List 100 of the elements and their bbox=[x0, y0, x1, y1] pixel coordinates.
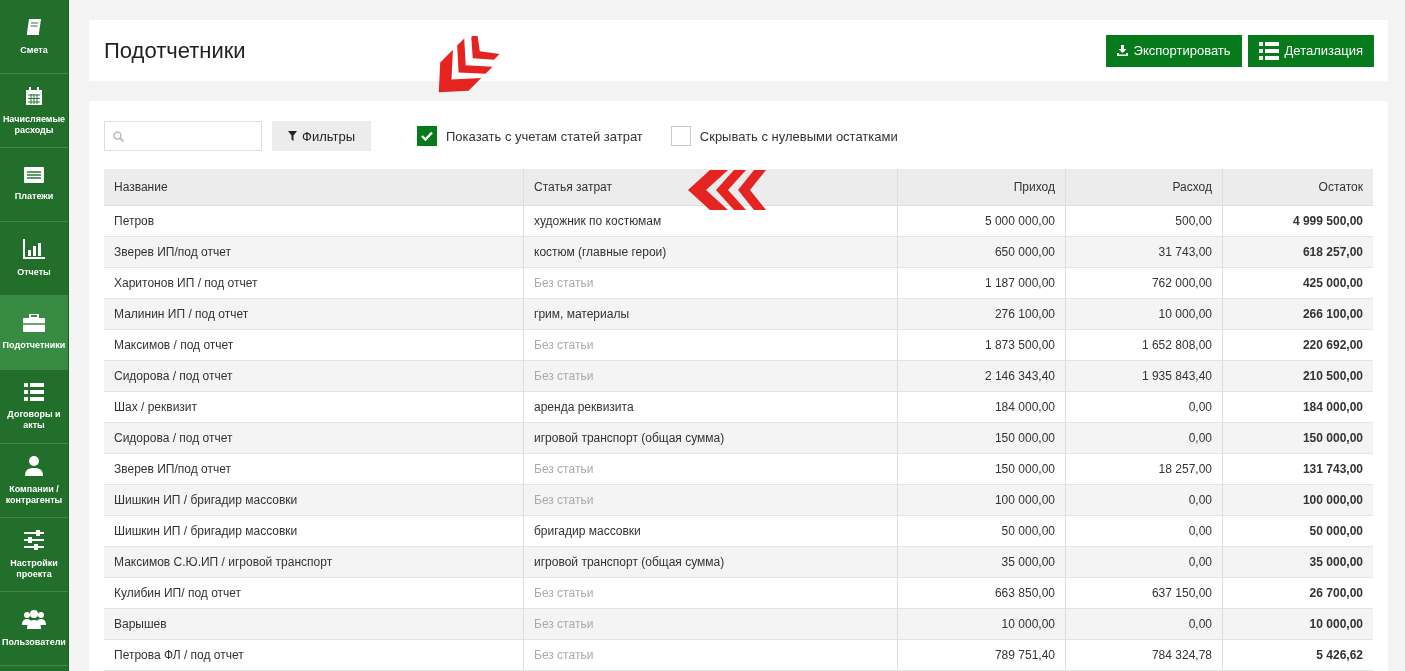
card-icon bbox=[24, 167, 44, 183]
table-cell: Шишкин ИП / бригадир массовки bbox=[104, 484, 524, 516]
table-cell: 0,00 bbox=[1065, 391, 1223, 423]
table-cell: 0,00 bbox=[1065, 484, 1223, 516]
table-cell: Без статьи bbox=[523, 360, 898, 392]
table-cell: 276 100,00 bbox=[897, 298, 1066, 330]
table-cell: 637 150,00 bbox=[1065, 577, 1223, 609]
table-cell: 131 743,00 bbox=[1222, 453, 1373, 485]
table-cell: 618 257,00 bbox=[1222, 236, 1373, 268]
table-cell: Варышев bbox=[104, 608, 524, 640]
sidebar-item[interactable]: Подотчетники bbox=[0, 296, 68, 370]
search-icon bbox=[113, 130, 124, 142]
table-cell: 784 324,78 bbox=[1065, 639, 1223, 671]
table-cell: Шах / реквизит bbox=[104, 391, 524, 423]
table-cell: 184 000,00 bbox=[897, 391, 1066, 423]
table-cell: 266 100,00 bbox=[1222, 298, 1373, 330]
table-cell: Кулибин ИП/ под отчет bbox=[104, 577, 524, 609]
table-cell: 650 000,00 bbox=[897, 236, 1066, 268]
table-cell: 35 000,00 bbox=[1222, 546, 1373, 578]
table-cell: 150 000,00 bbox=[897, 422, 1066, 454]
table-cell: 50 000,00 bbox=[897, 515, 1066, 547]
table-cell: Без статьи bbox=[523, 608, 898, 640]
table-cell: Петрова ФЛ / под отчет bbox=[104, 639, 524, 671]
table-cell: 10 000,00 bbox=[897, 608, 1066, 640]
table-cell: 150 000,00 bbox=[897, 453, 1066, 485]
table-cell: 0,00 bbox=[1065, 422, 1223, 454]
table-cell: 500,00 bbox=[1065, 205, 1223, 237]
table-cell: 5 426,62 bbox=[1222, 639, 1373, 671]
checkbox-label: Показать с учетам статей затрат bbox=[446, 128, 643, 144]
action-button[interactable]: Экспортировать bbox=[1105, 34, 1242, 67]
checkbox[interactable] bbox=[417, 126, 437, 146]
column-header[interactable]: Расход bbox=[1065, 169, 1223, 206]
table-cell: 5 000 000,00 bbox=[897, 205, 1066, 237]
table-cell: Сидорова / под отчет bbox=[104, 422, 524, 454]
table-cell: костюм (главные герои) bbox=[523, 236, 898, 268]
table-cell: 10 000,00 bbox=[1222, 608, 1373, 640]
table-cell: 2 146 343,40 bbox=[897, 360, 1066, 392]
table-cell: 220 692,00 bbox=[1222, 329, 1373, 361]
table-cell: Без статьи bbox=[523, 267, 898, 299]
download-icon bbox=[1116, 45, 1128, 56]
table-cell: 0,00 bbox=[1065, 515, 1223, 547]
table-cell: 4 999 500,00 bbox=[1222, 205, 1373, 237]
table-cell: игровой транспорт (общая сумма) bbox=[523, 546, 898, 578]
table-cell: игровой транспорт (общая сумма) bbox=[523, 422, 898, 454]
table-cell: Малинин ИП / под отчет bbox=[104, 298, 524, 330]
list-icon bbox=[1258, 41, 1279, 60]
table-cell: Без статьи bbox=[523, 329, 898, 361]
action-button[interactable]: Детализация bbox=[1247, 34, 1374, 67]
table-cell: Без статьи bbox=[523, 639, 898, 671]
column-header[interactable]: Название bbox=[104, 169, 524, 206]
briefcase-icon bbox=[23, 314, 45, 332]
table-cell: Зверев ИП/под отчет bbox=[104, 236, 524, 268]
list-icon bbox=[24, 382, 44, 401]
user-icon bbox=[25, 455, 43, 476]
table-cell: 1 935 843,40 bbox=[1065, 360, 1223, 392]
table-cell: 31 743,00 bbox=[1065, 236, 1223, 268]
column-header[interactable]: Остаток bbox=[1222, 169, 1373, 206]
table-cell: Петров bbox=[104, 205, 524, 237]
table-cell: аренда реквизита bbox=[523, 391, 898, 423]
table-cell: 1 873 500,00 bbox=[897, 329, 1066, 361]
table-cell: 1 187 000,00 bbox=[897, 267, 1066, 299]
table-cell: 26 700,00 bbox=[1222, 577, 1373, 609]
table-cell: 10 000,00 bbox=[1065, 298, 1223, 330]
table-cell: 789 751,40 bbox=[897, 639, 1066, 671]
table-cell: 35 000,00 bbox=[897, 546, 1066, 578]
table-cell: Сидорова / под отчет bbox=[104, 360, 524, 392]
table-cell: Зверев ИП/под отчет bbox=[104, 453, 524, 485]
table-cell: Без статьи bbox=[523, 484, 898, 516]
table-cell: 425 000,00 bbox=[1222, 267, 1373, 299]
column-header[interactable]: Приход bbox=[897, 169, 1066, 206]
table-cell: Без статьи bbox=[523, 577, 898, 609]
filter-icon bbox=[288, 131, 297, 141]
table-cell: Харитонов ИП / под отчет bbox=[104, 267, 524, 299]
search-field[interactable] bbox=[104, 121, 262, 151]
table-cell: 150 000,00 bbox=[1222, 422, 1373, 454]
bar-chart-icon bbox=[23, 239, 45, 259]
table-cell: грим, материалы bbox=[523, 298, 898, 330]
users-icon bbox=[22, 609, 46, 629]
table-cell: бригадир массовки bbox=[523, 515, 898, 547]
table-cell: 50 000,00 bbox=[1222, 515, 1373, 547]
table-cell: 1 652 808,00 bbox=[1065, 329, 1223, 361]
check-icon bbox=[421, 131, 433, 141]
checkbox-label: Скрывать с нулевыми остатками bbox=[699, 128, 898, 144]
table-cell: 210 500,00 bbox=[1222, 360, 1373, 392]
table-cell: 0,00 bbox=[1065, 608, 1223, 640]
table-cell: Максимов / под отчет bbox=[104, 329, 524, 361]
table-cell: Без статьи bbox=[523, 453, 898, 485]
page-title: Подотчетники bbox=[104, 37, 246, 64]
table-cell: Максимов С.Ю.ИП / игровой транспорт bbox=[104, 546, 524, 578]
calendar-icon bbox=[24, 85, 44, 106]
table-cell: 0,00 bbox=[1065, 546, 1223, 578]
table-cell: 100 000,00 bbox=[1222, 484, 1373, 516]
table-cell: Шишкин ИП / бригадир массовки bbox=[104, 515, 524, 547]
table-cell: 663 850,00 bbox=[897, 577, 1066, 609]
table-cell: 184 000,00 bbox=[1222, 391, 1373, 423]
sliders-icon bbox=[24, 529, 44, 550]
table-cell: 18 257,00 bbox=[1065, 453, 1223, 485]
filter-button[interactable]: Фильтры bbox=[272, 121, 371, 151]
book-icon bbox=[24, 17, 44, 37]
table-cell: 762 000,00 bbox=[1065, 267, 1223, 299]
